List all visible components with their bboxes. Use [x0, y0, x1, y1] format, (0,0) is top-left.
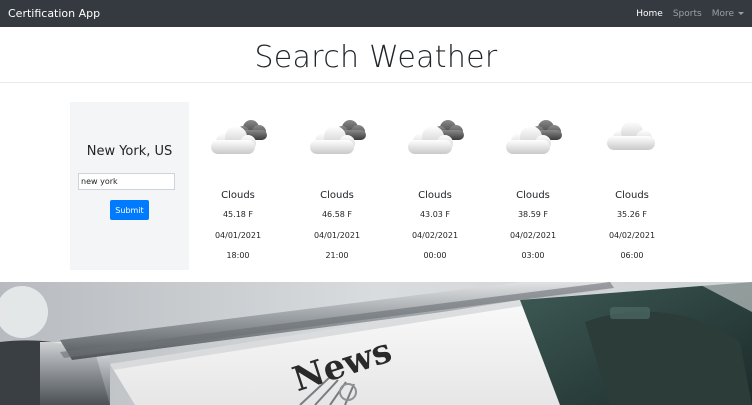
city-name: New York, US: [86, 144, 173, 159]
forecast-card: Clouds 38.59 F 04/02/2021 03:00: [498, 112, 568, 262]
forecast-date: 04/02/2021: [411, 231, 459, 240]
forecast-card: Clouds 46.58 F 04/01/2021 21:00: [302, 112, 372, 262]
partly-cloudy-icon: [506, 120, 562, 154]
forecast-card: Clouds 45.18 F 04/01/2021 18:00: [203, 112, 273, 262]
forecast-temperature: 38.59 F: [517, 210, 549, 219]
partly-cloudy-icon: [211, 120, 267, 154]
forecast-time: 00:00: [423, 251, 447, 260]
forecast-date: 04/02/2021: [509, 231, 557, 240]
divider: [0, 82, 752, 83]
forecast-card: Clouds 43.03 F 04/02/2021 00:00: [400, 112, 470, 262]
forecast-condition: Clouds: [320, 190, 354, 201]
forecast-condition: Clouds: [221, 190, 255, 201]
forecast-time: 03:00: [521, 251, 545, 260]
forecast-date: 04/01/2021: [313, 231, 361, 240]
search-card: New York, US Submit: [70, 102, 189, 270]
caret-down-icon: [738, 11, 744, 15]
forecast-condition: Clouds: [418, 190, 452, 201]
news-typewriter-image: News: [0, 282, 752, 405]
city-search-input[interactable]: [78, 173, 175, 190]
forecast-temperature: 45.18 F: [222, 210, 254, 219]
forecast-condition: Clouds: [615, 190, 649, 201]
nav-item-sports[interactable]: Sports: [673, 9, 702, 19]
forecast-temperature: 43.03 F: [419, 210, 451, 219]
forecast-temperature: 46.58 F: [321, 210, 353, 219]
forecast-temperature: 35.26 F: [616, 210, 648, 219]
nav-links: Home Sports More: [636, 9, 744, 19]
partly-cloudy-icon: [310, 120, 366, 154]
forecast-time: 06:00: [620, 251, 644, 260]
page-title: Search Weather: [254, 40, 498, 75]
partly-cloudy-icon: [408, 120, 464, 154]
nav-item-home[interactable]: Home: [636, 9, 663, 19]
nav-item-more[interactable]: More: [712, 9, 744, 19]
navbar: Certification App Home Sports More: [0, 0, 752, 27]
forecast-date: 04/01/2021: [214, 231, 262, 240]
forecast-date: 04/02/2021: [608, 231, 656, 240]
forecast-condition: Clouds: [516, 190, 550, 201]
news-banner: News: [0, 282, 752, 405]
forecast-time: 18:00: [226, 251, 250, 260]
forecast-time: 21:00: [325, 251, 349, 260]
nav-item-more-label: More: [711, 8, 734, 19]
cloud-icon: [607, 121, 655, 150]
submit-button[interactable]: Submit: [110, 200, 149, 220]
app-brand[interactable]: Certification App: [8, 7, 100, 20]
forecast-card: Clouds 35.26 F 04/02/2021 06:00: [597, 112, 667, 262]
